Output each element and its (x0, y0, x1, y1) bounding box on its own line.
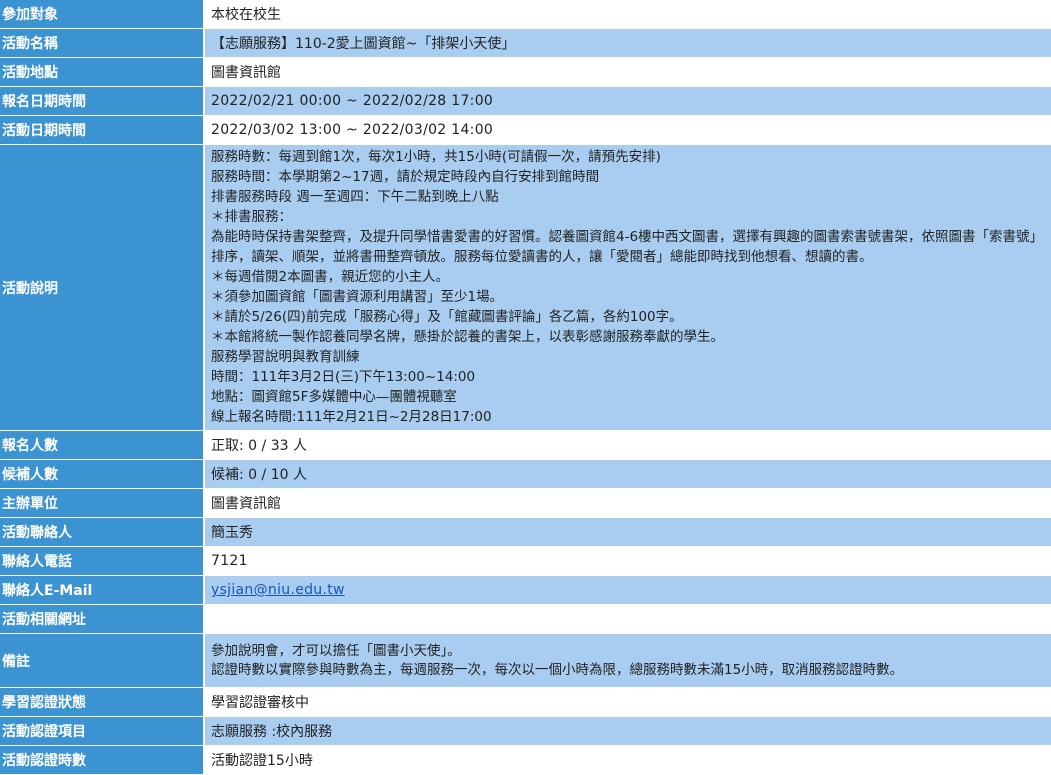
desc-line: 服務學習說明與教育訓練 (211, 349, 360, 365)
label-status: 學習認證狀態 (0, 687, 205, 717)
value-target: 本校在校生 (203, 0, 1051, 29)
desc-line: ＊本館將統一製作認養同學名牌，懸掛於認養的書架上，以表彰感謝服務奉獻的學生。 (211, 329, 724, 345)
value-cert-hours: 活動認證15小時 (203, 745, 1051, 775)
desc-line: ＊須參加圖資館「圖書資源利用講習」至少1場。 (211, 289, 504, 305)
label-event-time: 活動日期時間 (0, 115, 205, 145)
remark-line: 認證時數以實際參與時數為主，每週服務一次，每次以一個小時為限，總服務時數未滿15… (211, 661, 904, 678)
row-cert-item: 活動認證項目 志願服務 :校內服務 (0, 716, 1051, 746)
email-link[interactable]: ysjian@niu.edu.tw (211, 582, 345, 598)
row-status: 學習認證狀態 學習認證審核中 (0, 687, 1051, 717)
row-signup-time: 報名日期時間 2022/02/21 00:00 ~ 2022/02/28 17:… (0, 86, 1051, 116)
desc-line: 服務時間：本學期第2~17週，請於規定時段內自行安排到館時間 (211, 169, 600, 185)
label-remarks: 備註 (0, 633, 205, 688)
row-name: 活動名稱 【志願服務】110-2愛上圖資館~「排架小天使」 (0, 28, 1051, 58)
label-phone: 聯絡人電話 (0, 546, 205, 576)
label-contact: 活動聯絡人 (0, 517, 205, 547)
label-waitlist: 候補人數 (0, 459, 205, 489)
label-name: 活動名稱 (0, 28, 205, 58)
value-description: 服務時數：每週到館1次，每次1小時，共15小時(可請假一次，請預先安排) 服務時… (203, 144, 1051, 431)
row-contact: 活動聯絡人 簡玉秀 (0, 517, 1051, 547)
value-waitlist: 候補: 0 / 10 人 (203, 459, 1051, 489)
label-email: 聯絡人E-Mail (0, 575, 205, 605)
row-url: 活動相關網址 (0, 604, 1051, 634)
value-email: ysjian@niu.edu.tw (203, 575, 1051, 605)
desc-line: 地點：圖資館5F多媒體中心—團體視聽室 (211, 389, 457, 405)
label-place: 活動地點 (0, 57, 205, 87)
label-signup-time: 報名日期時間 (0, 86, 205, 116)
desc-line: 排書服務時段 週一至週四：下午二點到晚上八點 (211, 189, 499, 205)
desc-line: 服務時數：每週到館1次，每次1小時，共15小時(可請假一次，請預先安排) (211, 149, 661, 165)
label-description: 活動說明 (0, 144, 205, 431)
activity-info-table: 參加對象 本校在校生 活動名稱 【志願服務】110-2愛上圖資館~「排架小天使」… (0, 0, 1051, 775)
row-phone: 聯絡人電話 7121 (0, 546, 1051, 576)
value-remarks: 參加說明會，才可以擔任「圖書小天使」。 認證時數以實際參與時數為主，每週服務一次… (203, 633, 1051, 688)
remark-line: 參加說明會，才可以擔任「圖書小天使」。 (211, 642, 461, 659)
value-place: 圖書資訊館 (203, 57, 1051, 87)
desc-line: 線上報名時間:111年2月21日~2月28日17:00 (211, 409, 492, 425)
row-organizer: 主辦單位 圖書資訊館 (0, 488, 1051, 518)
desc-line: ＊排書服務： (211, 209, 292, 225)
value-phone: 7121 (203, 546, 1051, 576)
row-cert-hours: 活動認證時數 活動認證15小時 (0, 745, 1051, 775)
desc-line: 時間：111年3月2日(三)下午13:00~14:00 (211, 369, 476, 385)
label-cert-hours: 活動認證時數 (0, 745, 205, 775)
label-enrolled: 報名人數 (0, 430, 205, 460)
desc-line: ＊每週借閱2本圖書，親近您的小主人。 (211, 269, 450, 285)
row-place: 活動地點 圖書資訊館 (0, 57, 1051, 87)
value-status: 學習認證審核中 (203, 687, 1051, 717)
value-name: 【志願服務】110-2愛上圖資館~「排架小天使」 (203, 28, 1051, 58)
value-contact: 簡玉秀 (203, 517, 1051, 547)
row-description: 活動說明 服務時數：每週到館1次，每次1小時，共15小時(可請假一次，請預先安排… (0, 144, 1051, 431)
row-target: 參加對象 本校在校生 (0, 0, 1051, 29)
row-waitlist: 候補人數 候補: 0 / 10 人 (0, 459, 1051, 489)
value-organizer: 圖書資訊館 (203, 488, 1051, 518)
label-target: 參加對象 (0, 0, 205, 29)
label-url: 活動相關網址 (0, 604, 205, 634)
label-cert-item: 活動認證項目 (0, 716, 205, 746)
value-url (203, 604, 1051, 634)
value-enrolled: 正取: 0 / 33 人 (203, 430, 1051, 460)
row-enrolled: 報名人數 正取: 0 / 33 人 (0, 430, 1051, 460)
row-event-time: 活動日期時間 2022/03/02 13:00 ~ 2022/03/02 14:… (0, 115, 1051, 145)
label-organizer: 主辦單位 (0, 488, 205, 518)
value-signup-time: 2022/02/21 00:00 ~ 2022/02/28 17:00 (203, 86, 1051, 116)
value-cert-item: 志願服務 :校內服務 (203, 716, 1051, 746)
value-event-time: 2022/03/02 13:00 ~ 2022/03/02 14:00 (203, 115, 1051, 145)
desc-line: ＊請於5/26(四)前完成「服務心得」及「館藏圖書評論」各乙篇，各約100字。 (211, 309, 683, 325)
desc-paragraph: 為能時時保持書架整齊，及提升同學惜書愛書的好習慣。認養圖資館4-6樓中西文圖書，… (211, 229, 1044, 265)
row-email: 聯絡人E-Mail ysjian@niu.edu.tw (0, 575, 1051, 605)
row-remarks: 備註 參加說明會，才可以擔任「圖書小天使」。 認證時數以實際參與時數為主，每週服… (0, 633, 1051, 688)
